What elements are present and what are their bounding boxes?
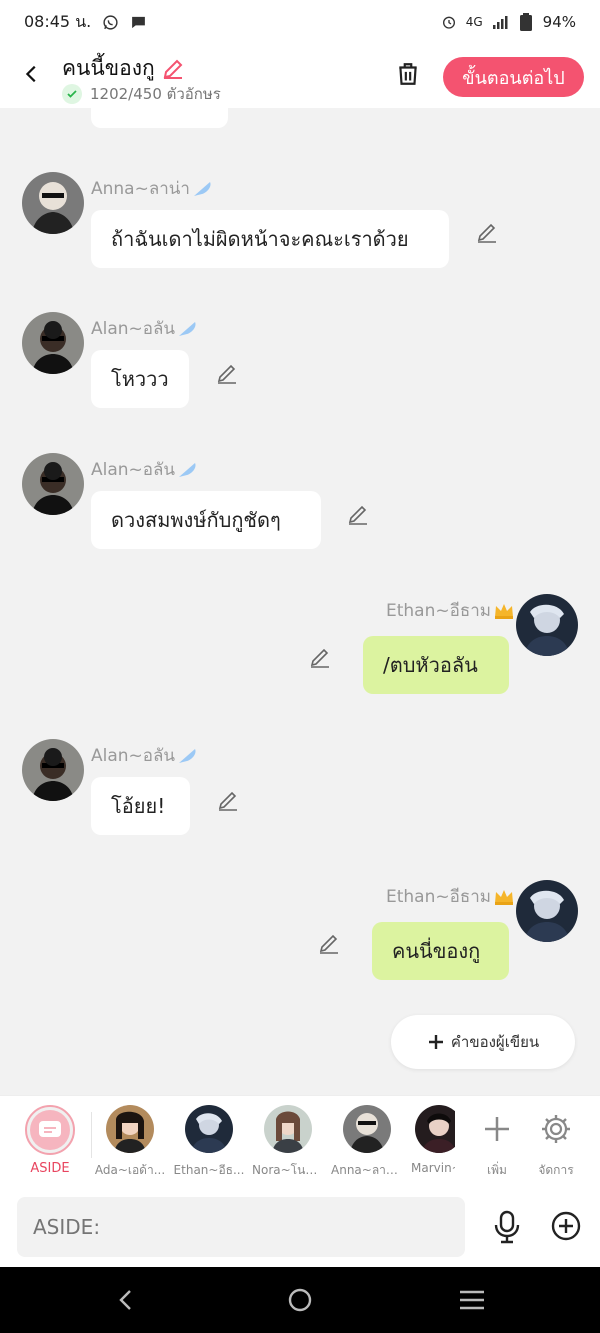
battery-level: 94%: [542, 13, 576, 31]
character-ethan[interactable]: Ethan~อีธ...: [174, 1105, 244, 1180]
check-icon: [62, 84, 82, 104]
sender-name: Ethan~อีธาม: [386, 597, 515, 624]
message-bubble[interactable]: /ตบหัวอลัน: [363, 636, 509, 694]
message-bubble[interactable]: โอ้ยย!: [91, 777, 190, 835]
mic-button[interactable]: [490, 1207, 524, 1247]
crown-icon: [494, 889, 513, 905]
avatar-anna[interactable]: [22, 172, 84, 234]
nav-home-button[interactable]: [285, 1285, 315, 1315]
message-icon: [129, 13, 147, 31]
anna-avatar: [343, 1105, 391, 1153]
edit-title-icon[interactable]: [161, 57, 185, 81]
signal-icon: [491, 13, 509, 31]
partial-bubble: [91, 108, 228, 128]
sender-name: Alan~อลัน: [91, 456, 199, 483]
microphone-icon: [494, 1210, 520, 1244]
feather-icon: [193, 181, 211, 196]
alarm-icon: [440, 13, 458, 31]
ada-avatar: [106, 1105, 154, 1153]
character-label: Ethan~อีธ...: [173, 1163, 245, 1177]
status-time: 08:45 น.: [24, 11, 92, 31]
composer: [0, 1187, 600, 1267]
message-bubble[interactable]: ถ้าฉันเดาไม่ผิดหน้าจะคณะเราด้วย: [91, 210, 449, 268]
nav-menu-icon: [460, 1290, 484, 1310]
character-label: Anna~ลาน่...: [331, 1163, 403, 1177]
message-bubble[interactable]: คนนี่ของกู: [372, 922, 509, 980]
author-note-label: คำของผู้เขียน: [450, 1033, 540, 1051]
edit-message-icon[interactable]: [308, 645, 332, 669]
edit-message-icon[interactable]: [317, 931, 341, 955]
manage-characters-button[interactable]: จัดการ: [521, 1105, 591, 1180]
ethan-avatar: [185, 1105, 233, 1153]
character-bar: ASIDE Ada~เอด้า... Ethan~อีธ... Nora~โนล…: [0, 1095, 600, 1187]
edit-message-icon[interactable]: [475, 220, 499, 244]
chat-area[interactable]: Anna~ลาน่า ถ้าฉันเดาไม่ผิดหน้าจะคณะเราด้…: [0, 108, 600, 1095]
character-label: Ada~เอด้า...: [94, 1163, 166, 1177]
edit-message-icon[interactable]: [346, 502, 370, 526]
attach-button[interactable]: [549, 1209, 583, 1243]
edit-message-icon[interactable]: [216, 788, 240, 812]
chevron-left-icon: [25, 65, 36, 83]
nora-avatar: [264, 1105, 312, 1153]
battery-icon: [517, 13, 535, 31]
avatar-alan[interactable]: [22, 739, 84, 801]
avatar-ethan[interactable]: [516, 594, 578, 656]
story-title[interactable]: คนนี้ของกู: [62, 52, 185, 85]
feather-icon: [179, 321, 196, 336]
sender-name: Alan~อลัน: [91, 742, 199, 769]
narration-icon: [39, 1121, 61, 1137]
status-bar: 08:45 น. 4G 94%: [0, 0, 600, 44]
sender-name: Anna~ลาน่า: [91, 175, 214, 202]
plus-icon: [485, 1117, 509, 1141]
character-label: Nora~โนล่...: [252, 1163, 324, 1177]
system-nav-bar: [0, 1267, 600, 1333]
feather-icon: [179, 748, 196, 763]
plus-icon: [428, 1035, 443, 1049]
marvin-avatar: [415, 1105, 455, 1153]
network-type: 4G: [465, 15, 483, 29]
sender-name: Ethan~อีธาม: [386, 883, 515, 910]
char-counter: 1202/450 ตัวอักษร: [62, 82, 221, 106]
feather-icon: [179, 462, 196, 477]
back-button[interactable]: [16, 58, 48, 90]
avatar-alan[interactable]: [22, 312, 84, 374]
add-circle-icon: [551, 1211, 581, 1241]
character-ada[interactable]: Ada~เอด้า...: [95, 1105, 165, 1180]
nav-back-button[interactable]: [111, 1285, 141, 1315]
editor-header: คนนี้ของกู 1202/450 ตัวอักษร ขั้นตอนต่อไ…: [0, 44, 600, 108]
edit-message-icon[interactable]: [215, 361, 239, 385]
delete-button[interactable]: [392, 58, 424, 90]
message-input[interactable]: [17, 1197, 465, 1257]
avatar-ethan[interactable]: [516, 880, 578, 942]
next-step-button[interactable]: ขั้นตอนต่อไป: [443, 57, 584, 97]
trash-icon: [399, 63, 417, 85]
story-title-text: คนนี้ของกู: [62, 56, 155, 80]
divider: [91, 1112, 92, 1158]
character-label: Marvin~: [411, 1161, 455, 1175]
crown-icon: [494, 603, 513, 619]
avatar-alan[interactable]: [22, 453, 84, 515]
character-aside[interactable]: ASIDE: [15, 1105, 85, 1176]
message-bubble[interactable]: ดวงสมพงษ์กับกูชัดๆ: [91, 491, 321, 549]
nav-recents-button[interactable]: [457, 1285, 487, 1315]
character-marvin[interactable]: Marvin~: [411, 1105, 455, 1175]
character-nora[interactable]: Nora~โนล่...: [252, 1105, 324, 1180]
character-label: ASIDE: [30, 1161, 70, 1176]
sender-name: Alan~อลัน: [91, 315, 199, 342]
whatsapp-icon: [101, 13, 119, 31]
character-anna[interactable]: Anna~ลาน่...: [331, 1105, 403, 1180]
nav-back-icon: [119, 1290, 131, 1310]
nav-home-icon: [288, 1288, 312, 1312]
message-bubble[interactable]: โหววว: [91, 350, 189, 408]
author-note-button[interactable]: คำของผู้เขียน: [391, 1015, 575, 1069]
gear-icon: [542, 1115, 570, 1143]
char-counter-text: 1202/450 ตัวอักษร: [90, 85, 221, 103]
manage-characters-label: จัดการ: [538, 1163, 574, 1177]
